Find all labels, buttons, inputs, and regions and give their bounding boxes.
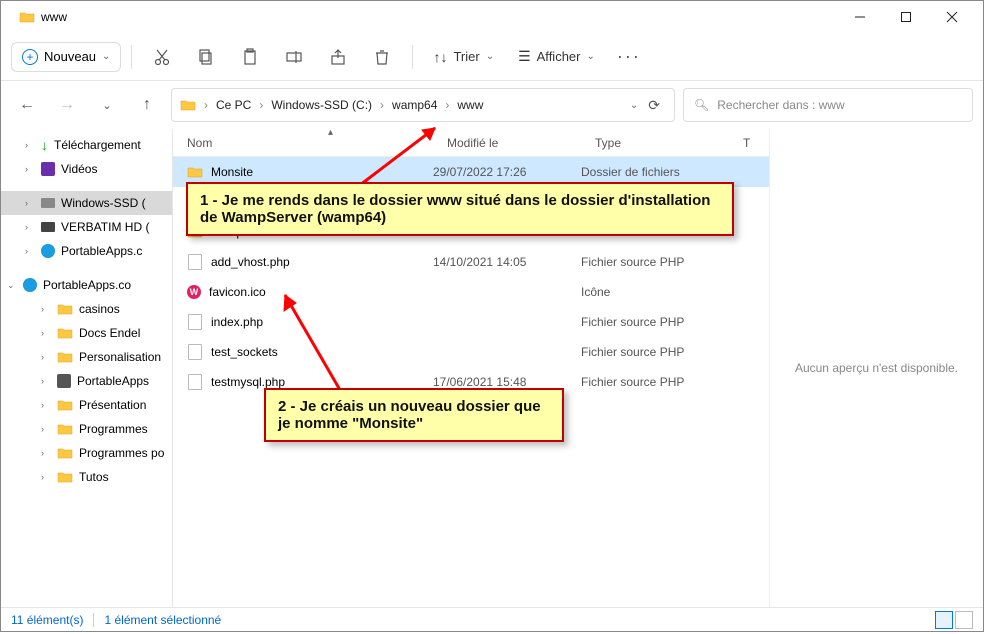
column-modified[interactable]: Modifié le <box>433 129 581 156</box>
sidebar: ›↓Téléchargement›Vidéos ›Windows-SSD (›V… <box>1 129 173 607</box>
sidebar-folder[interactable]: ›casinos <box>1 297 172 321</box>
table-row[interactable]: Wfavicon.icoIcône <box>173 277 769 307</box>
sort-button[interactable]: ↑↓ Trier ⌄ <box>423 43 504 71</box>
up-button[interactable]: ↑ <box>131 89 163 121</box>
maximize-button[interactable] <box>883 1 929 33</box>
sidebar-folder[interactable]: ›Docs Endel <box>1 321 172 345</box>
preview-text: Aucun aperçu n'est disponible. <box>795 361 958 375</box>
sidebar-folder[interactable]: ›PortableApps <box>1 369 172 393</box>
sidebar-item[interactable]: ›Vidéos <box>1 157 172 181</box>
sidebar-drive[interactable]: ›PortableApps.c <box>1 239 172 263</box>
refresh-icon[interactable]: ⟳ <box>642 97 666 114</box>
column-header: ▴ Nom Modifié le Type T <box>173 129 769 157</box>
annotation-1: 1 - Je me rends dans le dossier www situ… <box>186 182 734 236</box>
close-button[interactable] <box>929 1 975 33</box>
column-type[interactable]: Type <box>581 129 729 156</box>
new-button[interactable]: + Nouveau ⌄ <box>11 42 121 72</box>
rename-icon[interactable] <box>274 39 314 75</box>
sidebar-folder[interactable]: ›Programmes po <box>1 441 172 465</box>
annotation-2: 2 - Je créais un nouveau dossier que je … <box>264 388 564 442</box>
view-large-icon[interactable] <box>955 611 973 629</box>
title-bar: www <box>1 1 983 33</box>
window-title: www <box>41 10 67 24</box>
sidebar-item-portableapps[interactable]: ⌄ PortableApps.co <box>1 273 172 297</box>
sidebar-folder[interactable]: ›Tutos <box>1 465 172 489</box>
forward-button[interactable]: → <box>51 89 83 121</box>
more-icon[interactable]: ··· <box>609 39 649 75</box>
address-bar: ← → ⌄ ↑ › Ce PC› Windows-SSD (C:)› wamp6… <box>1 81 983 129</box>
back-button[interactable]: ← <box>11 89 43 121</box>
delete-icon[interactable] <box>362 39 402 75</box>
table-row[interactable]: index.phpFichier source PHP <box>173 307 769 337</box>
paste-icon[interactable] <box>230 39 270 75</box>
arrow-2 <box>270 285 370 400</box>
status-bar: 11 élément(s) 1 élément sélectionné <box>1 607 983 631</box>
status-count: 11 élément(s) <box>11 613 83 627</box>
breadcrumb[interactable]: › Ce PC› Windows-SSD (C:)› wamp64› www ⌄… <box>171 88 675 122</box>
window-tab[interactable]: www <box>9 6 77 28</box>
recent-button[interactable]: ⌄ <box>91 89 123 121</box>
sidebar-folder[interactable]: ›Personalisation <box>1 345 172 369</box>
table-row[interactable]: add_vhost.php14/10/2021 14:05Fichier sou… <box>173 247 769 277</box>
sidebar-folder[interactable]: ›Programmes <box>1 417 172 441</box>
cut-icon[interactable] <box>142 39 182 75</box>
status-selected: 1 élément sélectionné <box>104 613 221 627</box>
sidebar-folder[interactable]: ›Présentation <box>1 393 172 417</box>
view-details-icon[interactable] <box>935 611 953 629</box>
new-button-label: Nouveau <box>44 49 96 64</box>
column-size[interactable]: T <box>729 129 769 156</box>
view-button[interactable]: ☰ Afficher ⌄ <box>508 42 605 71</box>
sidebar-drive[interactable]: ›VERBATIM HD ( <box>1 215 172 239</box>
copy-icon[interactable] <box>186 39 226 75</box>
search-input[interactable]: 🔍︎ Rechercher dans : www <box>683 88 973 122</box>
minimize-button[interactable] <box>837 1 883 33</box>
sidebar-drive[interactable]: ›Windows-SSD ( <box>1 191 172 215</box>
preview-pane: Aucun aperçu n'est disponible. <box>769 129 983 607</box>
search-icon: 🔍︎ <box>694 98 709 112</box>
sidebar-item[interactable]: ›↓Téléchargement <box>1 133 172 157</box>
table-row[interactable]: test_socketsFichier source PHP <box>173 337 769 367</box>
toolbar: + Nouveau ⌄ ↑↓ Trier ⌄ ☰ Afficher ⌄ ··· <box>1 33 983 81</box>
share-icon[interactable] <box>318 39 358 75</box>
